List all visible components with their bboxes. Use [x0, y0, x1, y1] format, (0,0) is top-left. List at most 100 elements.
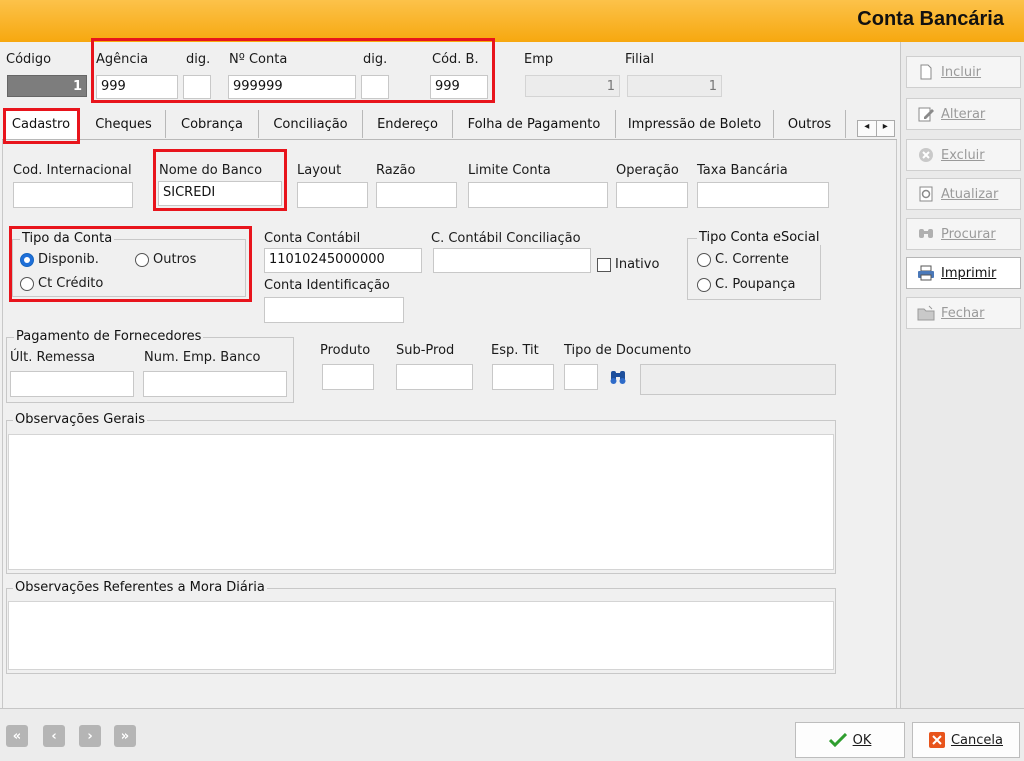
tab-scroll-right-icon[interactable]: ▸ — [877, 121, 895, 136]
razao-label: Razão — [376, 163, 416, 178]
imprimir-label: Imprimir — [941, 265, 997, 281]
tipo-documento-input[interactable] — [564, 364, 598, 390]
tipo-conta-title: Tipo da Conta — [20, 231, 115, 246]
layout-input[interactable] — [297, 182, 368, 208]
pagamento-fornecedores-title: Pagamento de Fornecedores — [14, 329, 204, 344]
radio-disponib[interactable]: Disponib. — [20, 252, 99, 267]
num-emp-banco-label: Num. Emp. Banco — [144, 350, 261, 365]
cancel-icon — [928, 732, 945, 748]
radio-c-corrente[interactable]: C. Corrente — [697, 252, 789, 267]
limite-conta-label: Limite Conta — [468, 163, 551, 178]
excluir-button[interactable]: Excluir — [906, 139, 1021, 171]
razao-input[interactable] — [376, 182, 457, 208]
radio-c-corrente-label: C. Corrente — [715, 252, 789, 267]
codb-label: Cód. B. — [432, 52, 479, 67]
edit-icon — [918, 107, 934, 122]
close-folder-icon — [917, 305, 935, 321]
alterar-button[interactable]: Alterar — [906, 98, 1021, 130]
conta-label: Nº Conta — [229, 52, 288, 67]
limite-conta-input[interactable] — [468, 182, 608, 208]
codigo-field[interactable]: 1 — [7, 75, 87, 97]
conta-identificacao-input[interactable] — [264, 297, 404, 323]
tab-scroll-left-icon[interactable]: ◂ — [858, 121, 877, 136]
radio-outros[interactable]: Outros — [135, 252, 196, 267]
nav-first-icon[interactable]: « — [6, 725, 28, 747]
ok-button[interactable]: OK — [795, 722, 905, 758]
sub-prod-label: Sub-Prod — [396, 343, 455, 358]
observacoes-mora-title: Observações Referentes a Mora Diária — [13, 580, 267, 595]
tab-outros[interactable]: Outros — [774, 110, 846, 138]
layout-label: Layout — [297, 163, 342, 178]
tab-conciliacao[interactable]: Conciliação — [259, 110, 363, 138]
cancela-button[interactable]: Cancela — [912, 722, 1020, 758]
refresh-icon — [919, 186, 933, 202]
imprimir-button[interactable]: Imprimir — [906, 257, 1021, 289]
operacao-label: Operação — [616, 163, 679, 178]
conta-contabil-label: Conta Contábil — [264, 231, 361, 246]
cc-conciliacao-label: C. Contábil Conciliação — [431, 231, 581, 246]
radio-c-poupanca[interactable]: C. Poupança — [697, 277, 795, 292]
inativo-label: Inativo — [615, 257, 660, 272]
conta-contabil-input[interactable]: 11010245000000 — [264, 248, 422, 273]
tab-endereco[interactable]: Endereço — [363, 110, 453, 138]
tab-cobranca[interactable]: Cobrança — [166, 110, 259, 138]
ult-remessa-input[interactable] — [10, 371, 134, 397]
tab-folha-pagamento[interactable]: Folha de Pagamento — [453, 110, 616, 138]
cc-conciliacao-input[interactable] — [433, 248, 591, 273]
ok-label: OK — [852, 732, 872, 748]
operacao-input[interactable] — [616, 182, 688, 208]
filial-field: 1 — [627, 75, 722, 97]
binoculars-icon[interactable] — [608, 367, 630, 387]
incluir-button[interactable]: Incluir — [906, 56, 1021, 88]
produto-input[interactable] — [322, 364, 374, 390]
radio-icon — [135, 252, 149, 267]
filial-label: Filial — [625, 52, 654, 67]
inativo-checkbox[interactable]: Inativo — [597, 257, 659, 272]
nav-last-icon[interactable]: » — [114, 725, 136, 747]
radio-selected-icon — [20, 252, 34, 267]
radio-outros-label: Outros — [153, 252, 197, 267]
dig-conta-input[interactable] — [361, 75, 389, 99]
cancela-label: Cancela — [950, 732, 1003, 748]
alterar-label: Alterar — [941, 106, 986, 122]
window-title: Conta Bancária — [857, 8, 1004, 30]
incluir-label: Incluir — [941, 64, 982, 80]
ult-remessa-label: Últ. Remessa — [10, 350, 96, 365]
procurar-button[interactable]: Procurar — [906, 218, 1021, 250]
checkmark-icon — [828, 733, 847, 747]
nome-banco-input[interactable]: SICREDI — [158, 181, 282, 206]
conta-input[interactable]: 999999 — [228, 75, 356, 99]
emp-label: Emp — [524, 52, 554, 67]
radio-ct-credito[interactable]: Ct Crédito — [20, 276, 103, 291]
tipo-documento-label: Tipo de Documento — [564, 343, 692, 358]
tab-cadastro[interactable]: Cadastro — [4, 109, 78, 139]
observacoes-gerais-title: Observações Gerais — [13, 412, 148, 427]
dig-agencia-input[interactable] — [183, 75, 211, 99]
tab-scroll: ◂ ▸ — [857, 120, 895, 137]
cod-internacional-input[interactable] — [13, 182, 133, 208]
tab-cheques[interactable]: Cheques — [82, 110, 166, 138]
taxa-bancaria-label: Taxa Bancária — [697, 163, 788, 178]
observacoes-mora-textarea[interactable] — [8, 601, 834, 670]
agencia-input[interactable]: 999 — [96, 75, 178, 99]
delete-icon — [919, 148, 933, 162]
nav-next-icon[interactable]: › — [79, 725, 101, 747]
num-emp-banco-input[interactable] — [143, 371, 287, 397]
codb-input[interactable]: 999 — [430, 75, 488, 99]
observacoes-gerais-textarea[interactable] — [8, 434, 834, 570]
printer-icon — [918, 265, 934, 281]
emp-field: 1 — [525, 75, 620, 97]
radio-disponib-label: Disponib. — [38, 252, 99, 267]
sub-prod-input[interactable] — [396, 364, 473, 390]
taxa-bancaria-input[interactable] — [697, 182, 829, 208]
title-bar: Conta Bancária — [0, 0, 1024, 42]
tipo-documento-desc — [640, 364, 836, 395]
nome-banco-label: Nome do Banco — [159, 163, 263, 178]
atualizar-button[interactable]: Atualizar — [906, 178, 1021, 210]
tab-impressao-boleto[interactable]: Impressão de Boleto — [616, 110, 774, 138]
esp-tit-input[interactable] — [492, 364, 554, 390]
excluir-label: Excluir — [941, 147, 985, 163]
radio-icon — [697, 277, 711, 292]
fechar-button[interactable]: Fechar — [906, 297, 1021, 329]
nav-prev-icon[interactable]: ‹ — [43, 725, 65, 747]
